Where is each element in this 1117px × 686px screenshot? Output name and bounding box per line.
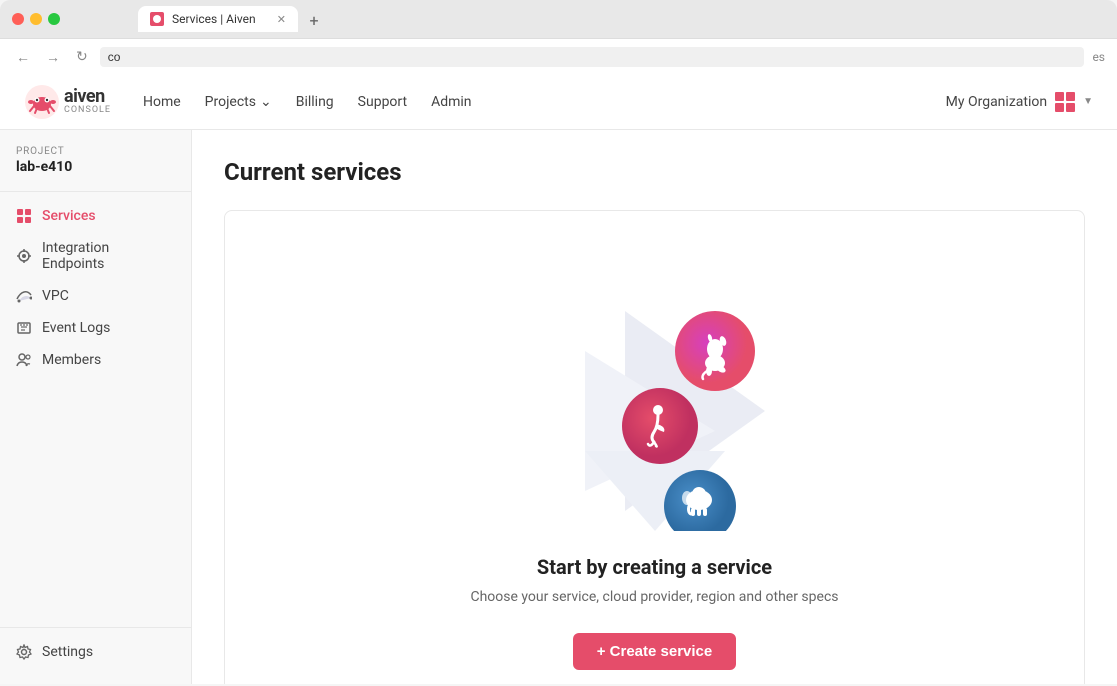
top-nav: aiven CONSOLE Home Projects ⌄ Billing Su… [0,74,1117,130]
nav-right: My Organization ▼ [946,92,1093,112]
sidebar-settings-label: Settings [42,644,93,660]
sidebar-item-settings[interactable]: Settings [0,636,191,668]
forward-button[interactable]: → [42,47,64,67]
tab-close-icon[interactable]: ✕ [277,13,286,26]
maximize-button[interactable] [48,13,60,25]
sidebar-item-integration-endpoints[interactable]: Integration Endpoints [0,232,191,280]
event-logs-icon [16,320,32,336]
sidebar-services-label: Services [42,208,96,224]
sidebar: PROJECT lab-e410 Services [0,130,192,684]
org-label: My Organization [946,94,1047,110]
project-name: lab-e410 [0,159,191,191]
sidebar-item-vpc[interactable]: VPC [0,280,191,312]
sidebar-integration-label: Integration Endpoints [42,240,175,272]
traffic-lights [12,13,60,25]
services-icon [16,208,32,224]
project-label: PROJECT [0,146,191,159]
empty-state-description: Choose your service, cloud provider, reg… [470,589,838,605]
nav-home[interactable]: Home [143,90,181,114]
url-suffix: es [1092,50,1105,64]
logo-subtitle: CONSOLE [64,106,111,115]
page-title: Current services [224,158,1085,186]
services-illustration [485,251,825,531]
close-button[interactable] [12,13,24,25]
sidebar-item-members[interactable]: Members [0,344,191,376]
empty-state-title: Start by creating a service [537,555,772,579]
logo[interactable]: aiven CONSOLE [24,84,111,120]
members-icon [16,352,32,368]
nav-links: Home Projects ⌄ Billing Support Admin [143,90,946,114]
aiven-logo-icon [24,84,60,120]
back-button[interactable]: ← [12,47,34,67]
create-service-button[interactable]: + Create service [573,633,737,670]
sidebar-event-logs-label: Event Logs [42,320,110,336]
main-content: Current services [192,130,1117,684]
sidebar-item-services[interactable]: Services [0,200,191,232]
settings-icon [16,644,32,660]
sidebar-vpc-label: VPC [42,288,69,304]
tab-title: Services | Aiven [172,12,256,26]
org-chevron-icon: ▼ [1083,96,1093,107]
vpc-icon [16,288,32,304]
refresh-button[interactable]: ↻ [72,46,92,67]
active-tab[interactable]: Services | Aiven ✕ [138,6,298,32]
organization-menu[interactable]: My Organization ▼ [946,92,1093,112]
projects-chevron-icon: ⌄ [260,94,272,110]
integration-endpoints-icon [16,248,32,264]
empty-state-card: Start by creating a service Choose your … [224,210,1085,684]
minimize-button[interactable] [30,13,42,25]
organization-grid-icon [1055,92,1075,112]
new-tab-button[interactable]: + [302,8,326,32]
url-input[interactable] [100,47,1085,67]
nav-projects[interactable]: Projects ⌄ [205,90,272,114]
address-bar: ← → ↻ es [0,38,1117,74]
sidebar-divider [0,191,191,192]
nav-admin[interactable]: Admin [431,90,471,114]
sidebar-item-event-logs[interactable]: Event Logs [0,312,191,344]
tab-favicon [150,12,164,26]
nav-support[interactable]: Support [358,90,407,114]
sidebar-members-label: Members [42,352,101,368]
sidebar-bottom: Settings [0,627,191,668]
logo-name: aiven [64,88,111,106]
nav-billing[interactable]: Billing [296,90,334,114]
